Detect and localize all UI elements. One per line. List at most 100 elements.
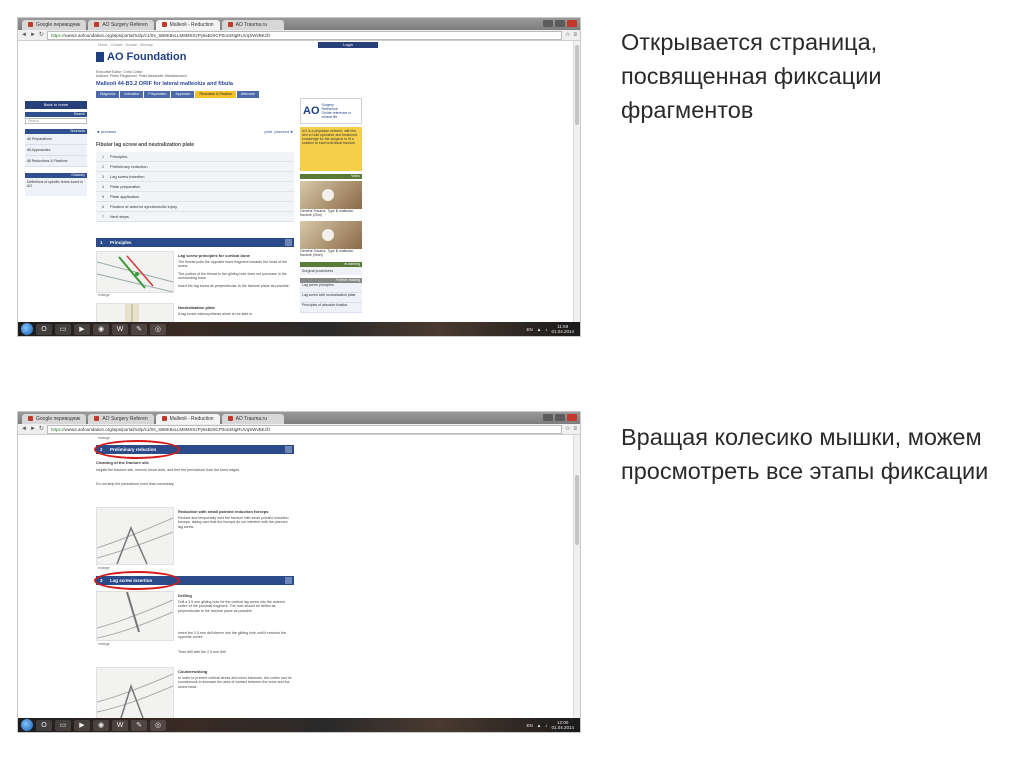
close-icon[interactable] (567, 414, 577, 421)
url-field[interactable]: https://www2.aofoundation.org/wps/portal… (46, 30, 563, 40)
side-menu-item[interactable]: All Preparations (25, 134, 87, 145)
browser-tab[interactable]: AO Trauma.ru (221, 20, 284, 30)
play-icon[interactable] (322, 189, 334, 201)
minimize-icon[interactable] (543, 20, 553, 27)
toc-item[interactable]: 3 Lag screw insertion (96, 172, 294, 182)
back-to-home-button[interactable]: Back to home (25, 101, 87, 109)
windows-start-icon[interactable] (21, 719, 33, 731)
side-menu-item[interactable]: All Approaches (25, 145, 87, 156)
scrollbar-thumb[interactable] (575, 475, 579, 545)
step-tab-active[interactable]: Reduction & Fixation (195, 91, 236, 98)
minimize-icon[interactable] (543, 414, 553, 421)
previous-link[interactable]: ◄ previous (96, 129, 116, 134)
clock[interactable]: 12:00 01.04.2014 (551, 720, 574, 730)
browser-tab[interactable]: AO Trauma.ru (221, 414, 284, 424)
paint-icon[interactable]: ✎ (131, 719, 147, 731)
maximize-icon[interactable] (555, 414, 565, 421)
collapse-icon[interactable] (285, 239, 292, 246)
collapse-icon[interactable] (285, 446, 292, 453)
print-link[interactable]: print (264, 129, 272, 134)
toc-item[interactable]: 5 Plate application (96, 192, 294, 202)
enlarge-link[interactable]: enlarge (98, 436, 110, 440)
search-input[interactable]: Search (25, 118, 87, 124)
section-header-principles[interactable]: 1 Principles (96, 238, 294, 247)
utility-icon[interactable]: ◎ (150, 323, 166, 335)
clock[interactable]: 11:59 01.04.2014 (551, 324, 574, 334)
further-reading-item[interactable]: Lag screw principles (300, 283, 362, 293)
url-field[interactable]: https://www2.aofoundation.org/wps/portal… (46, 424, 563, 434)
browser-tab[interactable]: Google переводчик (22, 20, 87, 30)
video-thumbnail[interactable] (300, 221, 362, 249)
browser-tab[interactable]: Google переводчик (22, 414, 87, 424)
scrollbar-thumb[interactable] (575, 45, 579, 125)
drilling-illustration[interactable] (96, 591, 174, 641)
paint-icon[interactable]: ✎ (131, 323, 147, 335)
forward-arrow-icon[interactable]: ► (30, 30, 36, 40)
star-icon[interactable]: ☆ (565, 30, 570, 40)
toc-item[interactable]: 4 Plate preparation (96, 182, 294, 192)
top-links[interactable]: Home · Contact · Donate · Sitemap (98, 43, 153, 47)
opera-icon[interactable]: O (36, 719, 52, 731)
video-caption[interactable]: General Trauma: Type B malleolar fractur… (300, 249, 362, 259)
countersinking-illustration[interactable] (96, 667, 174, 718)
further-reading-item[interactable]: Lag screw with neutralization plate (300, 293, 362, 303)
login-button[interactable]: Login (318, 42, 378, 48)
maximize-icon[interactable] (555, 20, 565, 27)
step-tab[interactable]: Aftercare (236, 91, 259, 98)
further-reading-item[interactable]: Principles of absolute fixation (300, 303, 362, 313)
word-icon[interactable]: W (112, 719, 128, 731)
neutralization-illustration[interactable] (96, 303, 174, 322)
forward-arrow-icon[interactable]: ► (30, 424, 36, 434)
close-icon[interactable] (567, 20, 577, 27)
reload-icon[interactable]: ↻ (39, 30, 44, 40)
ao-surgery-reference-logo[interactable]: AO Surgery Reference Online reference in… (300, 98, 362, 124)
utility-icon[interactable]: ◎ (150, 719, 166, 731)
language-indicator[interactable]: EN (526, 723, 532, 728)
volume-icon[interactable]: ♪ (545, 327, 547, 332)
word-icon[interactable]: W (112, 323, 128, 335)
side-menu-item[interactable]: All Reductions & Fixations (25, 156, 87, 167)
collapse-icon[interactable] (285, 577, 292, 584)
menu-icon[interactable]: ≡ (573, 424, 577, 434)
reduction-forceps-illustration[interactable] (96, 507, 174, 565)
toc-item[interactable]: 7 Next steps (96, 212, 294, 222)
video-thumbnail[interactable] (300, 181, 362, 209)
browser-tab[interactable]: AO Surgery Referen (88, 20, 154, 30)
play-icon[interactable] (322, 229, 334, 241)
enlarge-link[interactable]: enlarge (98, 642, 110, 646)
vertical-scrollbar[interactable] (573, 435, 580, 718)
media-player-icon[interactable]: ▶ (74, 323, 90, 335)
reload-icon[interactable]: ↻ (39, 424, 44, 434)
glossary-text[interactable]: Definitions of specific terms found in A… (25, 178, 87, 196)
browser-tab[interactable]: AO Surgery Referen (88, 414, 154, 424)
network-icon[interactable]: ▲ (537, 327, 541, 332)
elearning-item[interactable]: Surgical procedures (300, 267, 362, 275)
toc-item[interactable]: 6 Fixation of anterior syndesmotic injury (96, 202, 294, 212)
browser-tab-active[interactable]: Malleoli - Reduction (155, 414, 220, 424)
video-caption[interactable]: General Trauma: Type B malleolar fractur… (300, 209, 362, 219)
chrome-icon[interactable]: ◉ (93, 719, 109, 731)
proceed-link[interactable]: proceed ► (274, 129, 294, 134)
vertical-scrollbar[interactable] (573, 41, 580, 322)
lag-screw-illustration[interactable] (96, 251, 174, 293)
enlarge-link[interactable]: enlarge (98, 566, 110, 570)
browser-tab-active[interactable]: Malleoli - Reduction (155, 20, 220, 30)
toc-item[interactable]: 1 Principles (96, 152, 294, 162)
back-arrow-icon[interactable]: ◄ (21, 424, 27, 434)
menu-icon[interactable]: ≡ (573, 30, 577, 40)
chrome-icon[interactable]: ◉ (93, 323, 109, 335)
explorer-icon[interactable]: ▭ (55, 719, 71, 731)
step-tab[interactable]: Preparation (144, 91, 171, 98)
language-indicator[interactable]: EN (526, 327, 532, 332)
volume-icon[interactable]: ♪ (545, 723, 547, 728)
back-arrow-icon[interactable]: ◄ (21, 30, 27, 40)
star-icon[interactable]: ☆ (565, 424, 570, 434)
media-player-icon[interactable]: ▶ (74, 719, 90, 731)
step-tab[interactable]: Indication (120, 91, 144, 98)
step-tab[interactable]: Diagnosis (96, 91, 120, 98)
network-icon[interactable]: ▲ (537, 723, 541, 728)
opera-icon[interactable]: O (36, 323, 52, 335)
toc-item[interactable]: 2 Preliminary reduction (96, 162, 294, 172)
ao-foundation-logo[interactable]: AO Foundation (96, 51, 186, 63)
windows-start-icon[interactable] (21, 323, 33, 335)
